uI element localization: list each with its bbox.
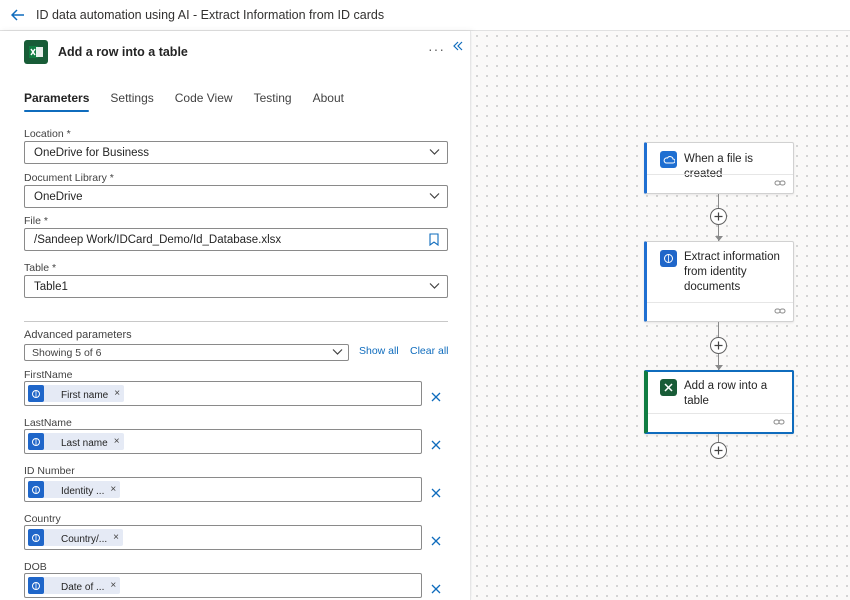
- token-label: First name: [61, 389, 109, 401]
- ai-builder-icon: [28, 577, 44, 594]
- file-picker-input[interactable]: /Sandeep Work/IDCard_Demo/Id_Database.xl…: [24, 228, 448, 251]
- remove-token-button[interactable]: ×: [110, 484, 116, 495]
- double-chevron-left-icon: [453, 41, 463, 51]
- section-divider: [24, 321, 448, 322]
- param-label-firstname: FirstName: [24, 369, 73, 381]
- dynamic-content-token[interactable]: Country/... ×: [28, 529, 123, 546]
- remove-parameter-icon[interactable]: [429, 534, 443, 548]
- link-icon: [774, 180, 786, 186]
- param-label-country: Country: [24, 513, 61, 525]
- remove-token-button[interactable]: ×: [113, 532, 119, 543]
- link-icon: [774, 308, 786, 314]
- action-details-panel: Add a row into a table ··· Parameters Se…: [0, 31, 471, 600]
- remove-parameter-icon[interactable]: [429, 486, 443, 500]
- ai-builder-icon: [660, 250, 677, 267]
- location-label: Location *: [24, 128, 71, 140]
- panel-title: Add a row into a table: [58, 45, 188, 59]
- table-dropdown[interactable]: Table1: [24, 275, 448, 298]
- dob-input[interactable]: Date of ... ×: [24, 573, 422, 598]
- trigger-card-file-created[interactable]: When a file is created: [644, 142, 794, 194]
- table-label: Table *: [24, 262, 57, 274]
- chevron-down-icon: [429, 283, 440, 289]
- flow-title: ID data automation using AI - Extract In…: [36, 8, 385, 22]
- location-dropdown[interactable]: OneDrive for Business: [24, 141, 448, 164]
- tab-code-view[interactable]: Code View: [175, 91, 233, 112]
- token-label: Last name: [61, 437, 108, 449]
- file-label: File *: [24, 215, 48, 227]
- token-label: Identity ...: [61, 485, 105, 497]
- param-label-dob: DOB: [24, 561, 47, 573]
- action-card-add-row[interactable]: Add a row into a table: [644, 370, 794, 434]
- add-step-button[interactable]: [710, 337, 727, 354]
- token-label: Date of ...: [61, 581, 105, 593]
- token-label: Country/...: [61, 533, 108, 545]
- clear-all-link[interactable]: Clear all: [410, 345, 449, 357]
- flow-canvas[interactable]: When a file is created Extract informati…: [472, 31, 850, 600]
- dynamic-content-token[interactable]: Identity ... ×: [28, 481, 121, 498]
- plus-icon: [714, 341, 723, 350]
- tab-testing[interactable]: Testing: [254, 91, 292, 112]
- tab-about[interactable]: About: [313, 91, 344, 112]
- advanced-showing-text: Showing 5 of 6: [32, 346, 102, 359]
- advanced-parameters-dropdown[interactable]: Showing 5 of 6: [24, 344, 349, 361]
- file-browse-icon[interactable]: [428, 233, 440, 246]
- file-path-value: /Sandeep Work/IDCard_Demo/Id_Database.xl…: [34, 233, 282, 246]
- show-all-link[interactable]: Show all: [359, 345, 399, 357]
- plus-icon: [714, 212, 723, 221]
- connector-line: [718, 434, 719, 442]
- document-library-label: Document Library *: [24, 172, 114, 184]
- add-step-button[interactable]: [710, 442, 727, 459]
- remove-parameter-icon[interactable]: [429, 390, 443, 404]
- action-card-extract-information[interactable]: Extract information from identity docume…: [644, 241, 794, 322]
- document-library-dropdown[interactable]: OneDrive: [24, 185, 448, 208]
- arrow-left-icon: [11, 9, 24, 21]
- link-icon: [773, 419, 785, 425]
- panel-header: Add a row into a table ···: [24, 39, 470, 65]
- remove-parameter-icon[interactable]: [429, 582, 443, 596]
- remove-token-button[interactable]: ×: [110, 580, 116, 591]
- tab-settings[interactable]: Settings: [110, 91, 153, 112]
- chevron-down-icon: [332, 349, 343, 355]
- table-value: Table1: [34, 280, 68, 293]
- location-value: OneDrive for Business: [34, 146, 150, 159]
- chevron-down-icon: [429, 149, 440, 155]
- excel-icon: [660, 379, 677, 396]
- param-label-id-number: ID Number: [24, 465, 75, 477]
- more-options-button[interactable]: ···: [428, 41, 445, 57]
- card-title: Add a row into a table: [684, 380, 768, 407]
- tab-parameters[interactable]: Parameters: [24, 91, 90, 112]
- document-library-value: OneDrive: [34, 190, 83, 203]
- firstname-input[interactable]: First name ×: [24, 381, 422, 406]
- dynamic-content-token[interactable]: Last name ×: [28, 433, 124, 450]
- remove-token-button[interactable]: ×: [114, 436, 120, 447]
- plus-icon: [714, 446, 723, 455]
- card-title: Extract information from identity docume…: [684, 251, 780, 293]
- card-footer: [648, 413, 792, 432]
- excel-icon: [24, 40, 48, 64]
- top-bar: ID data automation using AI - Extract In…: [0, 0, 850, 31]
- card-footer: [647, 302, 793, 321]
- panel-tabs: Parameters Settings Code View Testing Ab…: [24, 91, 365, 112]
- chevron-down-icon: [429, 193, 440, 199]
- add-step-button[interactable]: [710, 208, 727, 225]
- ai-builder-icon: [28, 433, 44, 450]
- collapse-panel-button[interactable]: [452, 40, 464, 55]
- ai-builder-icon: [28, 529, 44, 546]
- dynamic-content-token[interactable]: Date of ... ×: [28, 577, 121, 594]
- id-number-input[interactable]: Identity ... ×: [24, 477, 422, 502]
- advanced-parameters-label: Advanced parameters: [24, 329, 132, 341]
- back-button[interactable]: [0, 0, 36, 31]
- ai-builder-icon: [28, 385, 44, 402]
- lastname-input[interactable]: Last name ×: [24, 429, 422, 454]
- card-footer: [647, 174, 793, 193]
- param-label-lastname: LastName: [24, 417, 72, 429]
- remove-token-button[interactable]: ×: [114, 388, 120, 399]
- dynamic-content-token[interactable]: First name ×: [28, 385, 125, 402]
- onedrive-cloud-icon: [660, 151, 677, 168]
- country-input[interactable]: Country/... ×: [24, 525, 422, 550]
- remove-parameter-icon[interactable]: [429, 438, 443, 452]
- ai-builder-icon: [28, 481, 44, 498]
